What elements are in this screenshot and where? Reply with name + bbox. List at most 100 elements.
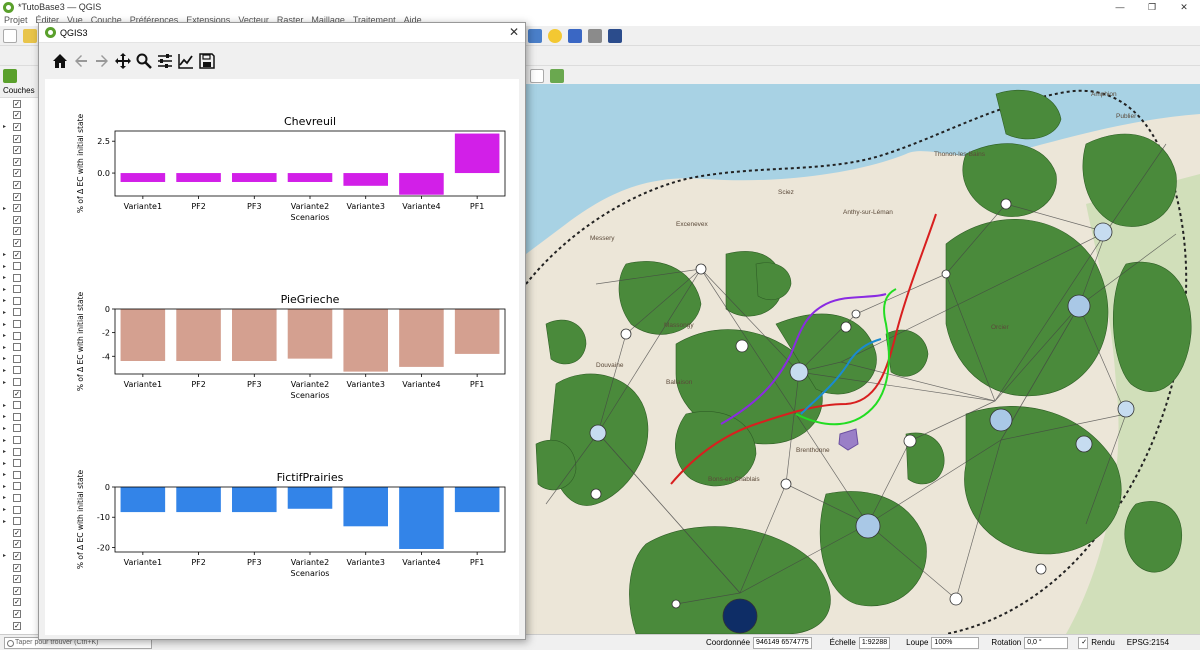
identify-icon[interactable] xyxy=(528,28,542,43)
layer-row[interactable]: ✓ xyxy=(0,156,43,168)
layer-checkbox[interactable] xyxy=(13,493,21,502)
layer-checkbox[interactable]: ✓ xyxy=(13,227,21,236)
layer-row[interactable]: ✓ xyxy=(0,237,43,249)
expand-arrow-icon[interactable]: ▸ xyxy=(3,471,11,478)
layer-row[interactable]: ▸ xyxy=(0,284,43,296)
layer-row[interactable]: ▸ xyxy=(0,341,43,353)
layer-row[interactable]: ▸ xyxy=(0,515,43,527)
text-annotation-icon[interactable] xyxy=(530,68,544,83)
layer-checkbox[interactable] xyxy=(13,366,21,375)
layer-row[interactable]: ▸ ✓ xyxy=(0,121,43,133)
menu-item[interactable]: Projet xyxy=(0,14,32,26)
layer-row[interactable]: ✓ xyxy=(0,597,43,609)
layer-checkbox[interactable]: ✓ xyxy=(13,180,21,189)
layer-checkbox[interactable] xyxy=(13,296,21,305)
layer-checkbox[interactable]: ✓ xyxy=(13,99,21,108)
layer-checkbox[interactable] xyxy=(13,308,21,317)
layer-checkbox[interactable]: ✓ xyxy=(13,528,21,537)
layer-checkbox[interactable]: ✓ xyxy=(13,621,21,630)
expand-arrow-icon[interactable]: ▸ xyxy=(3,123,11,130)
render-checkbox[interactable]: ✓ xyxy=(1078,636,1089,649)
layer-row[interactable]: ✓ xyxy=(0,527,43,539)
layer-checkbox[interactable] xyxy=(13,273,21,282)
layer-row[interactable]: ✓ xyxy=(0,620,43,632)
layer-checkbox[interactable] xyxy=(13,343,21,352)
home-icon[interactable] xyxy=(49,49,70,73)
layer-checkbox[interactable]: ✓ xyxy=(13,192,21,201)
layer-row[interactable]: ✓ xyxy=(0,214,43,226)
layer-checkbox[interactable] xyxy=(13,331,21,340)
expand-arrow-icon[interactable]: ▸ xyxy=(3,205,11,212)
layer-checkbox[interactable] xyxy=(13,447,21,456)
coordinate-field[interactable]: 946149 6574775 xyxy=(753,636,812,649)
maximize-icon[interactable]: ❐ xyxy=(1136,0,1168,14)
open-project-icon[interactable] xyxy=(23,28,37,43)
layer-row[interactable]: ✓ xyxy=(0,562,43,574)
layer-row[interactable]: ▸ xyxy=(0,481,43,493)
layer-checkbox[interactable]: ✓ xyxy=(13,146,21,155)
expand-arrow-icon[interactable]: ▸ xyxy=(3,297,11,304)
scale-field[interactable]: 1:92288 xyxy=(858,636,891,649)
sun-icon[interactable] xyxy=(548,28,562,43)
layer-row[interactable]: ✓ xyxy=(0,168,43,180)
close-icon[interactable]: ✕ xyxy=(509,25,519,39)
layer-checkbox[interactable]: ✓ xyxy=(13,134,21,143)
layer-checkbox[interactable] xyxy=(13,517,21,526)
layer-row[interactable]: ✓ xyxy=(0,539,43,551)
layer-row[interactable]: ✓ xyxy=(0,226,43,238)
layer-row[interactable]: ✓ xyxy=(0,191,43,203)
layer-row[interactable]: ✓ xyxy=(0,144,43,156)
layer-row[interactable]: ▸ xyxy=(0,434,43,446)
layer-row[interactable]: ▸ ✓ xyxy=(0,249,43,261)
layer-row[interactable]: ✓ xyxy=(0,133,43,145)
layer-checkbox[interactable]: ✓ xyxy=(13,389,21,398)
expand-arrow-icon[interactable]: ▸ xyxy=(3,437,11,444)
layer-checkbox[interactable] xyxy=(13,482,21,491)
table-icon[interactable] xyxy=(608,28,622,43)
map-canvas[interactable]: Thonon-les-Bains Anthy-sur-Léman Messery… xyxy=(526,84,1200,634)
expand-arrow-icon[interactable]: ▸ xyxy=(3,379,11,386)
layer-row[interactable]: ▸ xyxy=(0,492,43,504)
pan-icon[interactable] xyxy=(112,49,133,73)
layer-checkbox[interactable]: ✓ xyxy=(13,563,21,572)
layer-row[interactable]: ▸ ✓ xyxy=(0,202,43,214)
expand-arrow-icon[interactable]: ▸ xyxy=(3,355,11,362)
configure-subplots-icon[interactable] xyxy=(154,49,175,73)
zoom-icon[interactable] xyxy=(133,49,154,73)
magnifier-field[interactable]: 100% xyxy=(931,636,980,649)
layer-checkbox[interactable] xyxy=(13,505,21,514)
expand-arrow-icon[interactable]: ▸ xyxy=(3,367,11,374)
expand-arrow-icon[interactable]: ▸ xyxy=(3,494,11,501)
expand-arrow-icon[interactable]: ▸ xyxy=(3,251,11,258)
layer-row[interactable]: ▸ xyxy=(0,457,43,469)
layer-checkbox[interactable]: ✓ xyxy=(13,250,21,259)
layer-checkbox[interactable]: ✓ xyxy=(13,204,21,213)
layer-checkbox[interactable]: ✓ xyxy=(13,551,21,560)
layer-checkbox[interactable] xyxy=(13,320,21,329)
layer-checkbox[interactable]: ✓ xyxy=(13,238,21,247)
layer-row[interactable]: ▸ xyxy=(0,353,43,365)
minimize-icon[interactable]: — xyxy=(1104,0,1136,14)
expand-arrow-icon[interactable]: ▸ xyxy=(3,506,11,513)
layer-row[interactable]: ▸ xyxy=(0,295,43,307)
layer-row[interactable]: ▸ xyxy=(0,376,43,388)
expand-arrow-icon[interactable]: ▸ xyxy=(3,332,11,339)
expand-arrow-icon[interactable]: ▸ xyxy=(3,483,11,490)
rotation-field[interactable]: 0,0 ° xyxy=(1024,636,1069,649)
expand-arrow-icon[interactable]: ▸ xyxy=(3,413,11,420)
expand-arrow-icon[interactable]: ▸ xyxy=(3,321,11,328)
plugin-icon[interactable] xyxy=(550,68,564,83)
measure-icon[interactable] xyxy=(588,28,602,43)
layer-checkbox[interactable] xyxy=(13,412,21,421)
forward-arrow-icon[interactable] xyxy=(91,49,112,73)
layer-checkbox[interactable] xyxy=(13,262,21,271)
layer-checkbox[interactable] xyxy=(13,436,21,445)
layer-checkbox[interactable] xyxy=(13,424,21,433)
layer-row[interactable]: ✓ xyxy=(0,573,43,585)
layer-checkbox[interactable]: ✓ xyxy=(13,540,21,549)
layer-row[interactable]: ▸ xyxy=(0,446,43,458)
layer-checkbox[interactable]: ✓ xyxy=(13,122,21,131)
layer-checkbox[interactable] xyxy=(13,285,21,294)
layer-checkbox[interactable]: ✓ xyxy=(13,598,21,607)
layer-checkbox[interactable] xyxy=(13,378,21,387)
